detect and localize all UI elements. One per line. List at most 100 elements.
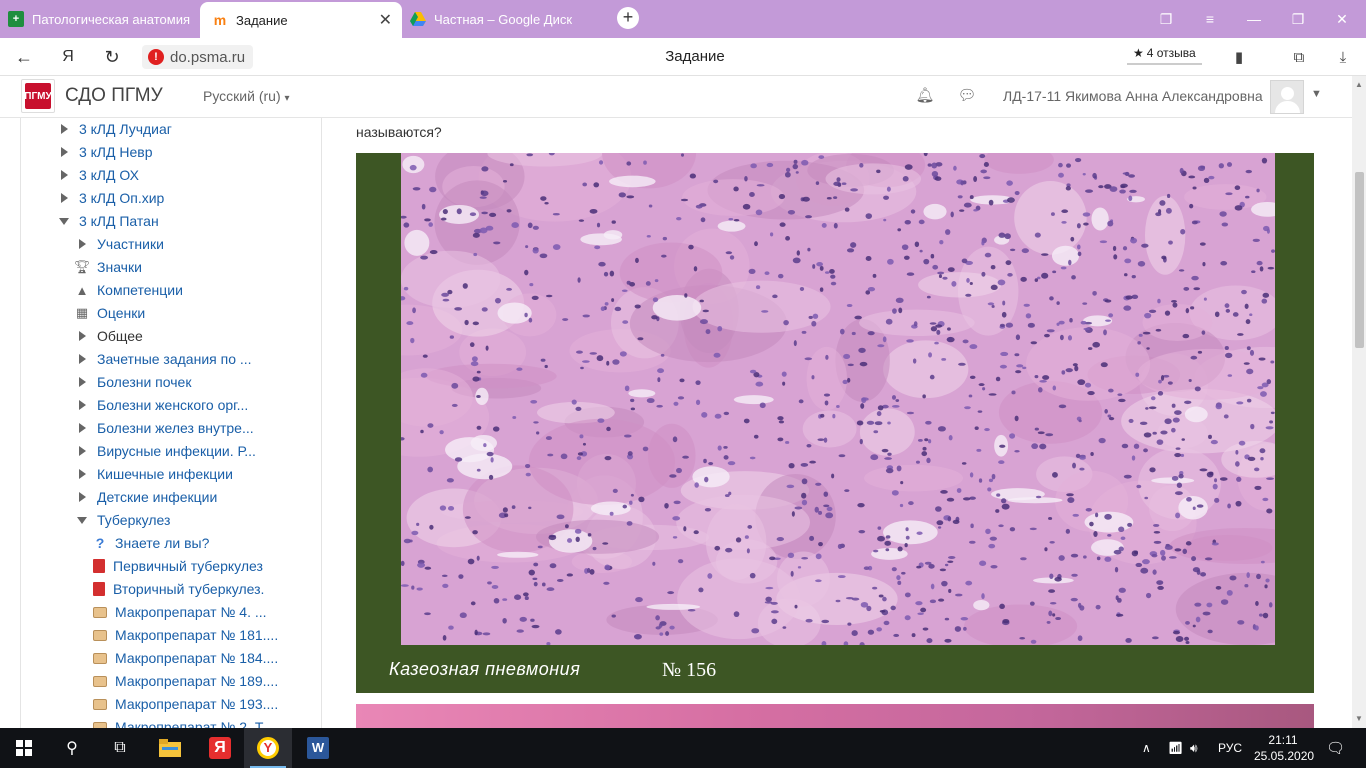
nav-item[interactable]: Болезни желез внутре...	[75, 417, 254, 439]
reviews-button[interactable]: ★ 4 отзыва	[1127, 43, 1202, 65]
nav-item-grades[interactable]: ▦ Оценки	[75, 302, 145, 324]
nav-item[interactable]: Болезни женского орг...	[75, 394, 248, 416]
book-icon	[93, 629, 107, 641]
book-icon	[93, 606, 107, 618]
tab-pathology[interactable]: + Патологическая анатомия	[8, 0, 196, 38]
micrograph-image	[401, 153, 1275, 645]
language-menu[interactable]: Русский (ru) ▾	[203, 88, 290, 104]
chevron-down-icon: ▾	[284, 93, 290, 104]
scroll-up-icon[interactable]: ▲	[1354, 80, 1364, 90]
reload-icon[interactable]: ↻	[100, 46, 124, 68]
yandex-app-icon[interactable]: Я	[196, 728, 244, 768]
nav-item[interactable]: ? Знаете ли вы?	[93, 532, 210, 554]
avatar[interactable]	[1270, 80, 1304, 114]
search-icon[interactable]: ⚲	[48, 728, 96, 768]
menu-icon[interactable]: ≡	[1188, 0, 1232, 38]
url-text: do.psma.ru	[170, 48, 246, 66]
yandex-icon[interactable]: Я	[56, 46, 80, 68]
nav-item-competencies[interactable]: ▲ Компетенции	[75, 279, 183, 301]
notifications-icon[interactable]: 🔔︎	[915, 86, 935, 106]
site-name[interactable]: СДО ПГМУ	[65, 85, 163, 107]
input-language[interactable]: РУС	[1218, 728, 1242, 768]
scroll-thumb[interactable]	[1355, 172, 1364, 348]
collapse-icon[interactable]	[75, 513, 89, 527]
volume-icon[interactable]: 🔊︎	[1190, 728, 1198, 768]
tabs-icon[interactable]: ❐	[1144, 0, 1188, 38]
tab-title: Задание	[236, 12, 288, 28]
reviews-label: 4 отзыва	[1146, 46, 1196, 60]
nav-item[interactable]: Детские инфекции	[75, 486, 217, 508]
collections-icon[interactable]: ⧉	[1288, 47, 1310, 69]
notifications-center-icon[interactable]: 🗨︎	[1326, 728, 1345, 768]
browser-tab-bar: + Патологическая анатомия m Задание ✕ Ча…	[0, 0, 1366, 38]
nav-item[interactable]: Кишечные инфекции	[75, 463, 233, 485]
nav-item-tuberculosis[interactable]: Туберкулез	[75, 509, 170, 531]
nav-item[interactable]: Первичный туберкулез	[93, 555, 263, 577]
nav-item[interactable]: 3 кЛД Оп.хир	[57, 187, 164, 209]
nav-item[interactable]: Макропрепарат № 184....	[93, 647, 278, 669]
expand-icon[interactable]	[57, 122, 71, 136]
minimize-icon[interactable]: —	[1232, 0, 1276, 38]
expand-icon[interactable]	[75, 490, 89, 504]
nav-item[interactable]: Макропрепарат № 181....	[93, 624, 278, 646]
nav-item[interactable]: Макропрепарат № 193....	[93, 693, 278, 715]
expand-icon[interactable]	[75, 467, 89, 481]
nav-item[interactable]: Вторичный туберкулез.	[93, 578, 264, 600]
collapse-icon[interactable]	[57, 214, 71, 228]
question-text: называются?	[356, 124, 442, 140]
expand-icon[interactable]	[75, 352, 89, 366]
trophy-icon: 🏆︎	[73, 259, 91, 274]
messages-icon[interactable]: 💬︎	[957, 86, 977, 106]
show-hidden-icons[interactable]: ∧	[1142, 728, 1151, 768]
expand-icon[interactable]	[57, 168, 71, 182]
nav-item-participants[interactable]: Участники	[75, 233, 164, 255]
file-explorer-icon[interactable]	[146, 728, 194, 768]
tab-google-drive[interactable]: Частная – Google Диск	[410, 0, 610, 38]
yandex-browser-icon[interactable]: Y	[244, 728, 292, 768]
windows-start-icon[interactable]	[0, 728, 48, 768]
expand-icon[interactable]	[75, 421, 89, 435]
back-icon[interactable]: ←	[12, 46, 36, 68]
download-icon[interactable]: ⤓	[1332, 47, 1354, 69]
close-icon[interactable]: ✕	[379, 10, 392, 30]
nav-item[interactable]: Макропрепарат № 4. ...	[93, 601, 267, 623]
expand-icon[interactable]	[75, 237, 89, 251]
question-icon: ?	[95, 535, 105, 551]
task-view-icon[interactable]: ⧉	[96, 728, 144, 768]
bookmark-icon[interactable]: ▮	[1228, 47, 1250, 69]
expand-icon[interactable]	[75, 398, 89, 412]
nav-item-current-course[interactable]: 3 кЛД Патан	[57, 210, 159, 232]
nav-item[interactable]: 3 кЛД ОХ	[57, 164, 139, 186]
site-logo[interactable]: ПГМУ	[21, 79, 55, 113]
new-tab-button[interactable]: +	[617, 7, 639, 29]
page-title: Задание	[665, 48, 725, 65]
nav-item[interactable]: Вирусные инфекции. Р...	[75, 440, 256, 462]
tab-assignment[interactable]: m Задание ✕	[200, 2, 402, 38]
expand-icon[interactable]	[75, 329, 89, 343]
network-icon[interactable]: 📶︎	[1168, 728, 1183, 768]
book-icon	[93, 675, 107, 687]
clock[interactable]: 21:11 25.05.2020	[1254, 732, 1314, 764]
close-window-icon[interactable]: ✕	[1320, 0, 1364, 38]
nav-item-badges[interactable]: 🏆︎ Значки	[73, 256, 142, 278]
chevron-down-icon[interactable]: ▼	[1311, 88, 1322, 100]
scroll-down-icon[interactable]: ▼	[1354, 714, 1364, 724]
nav-item[interactable]: 3 кЛД Лучдиаг	[57, 118, 172, 140]
word-icon[interactable]: W	[294, 728, 342, 768]
url-field[interactable]: ! do.psma.ru	[142, 45, 254, 69]
expand-icon[interactable]	[75, 444, 89, 458]
nav-item[interactable]: 3 кЛД Невр	[57, 141, 152, 163]
nav-item[interactable]: Болезни почек	[75, 371, 191, 393]
nav-item-general[interactable]: Общее	[75, 325, 143, 347]
nav-item[interactable]: Макропрепарат № 2. Т...	[93, 716, 274, 728]
user-name[interactable]: ЛД-17-11 Якимова Анна Александровна	[1003, 88, 1263, 104]
nav-item[interactable]: Зачетные задания по ...	[75, 348, 252, 370]
restore-icon[interactable]: ❐	[1276, 0, 1320, 38]
nav-item[interactable]: Макропрепарат № 189....	[93, 670, 278, 692]
page-scrollbar[interactable]: ▲ ▼	[1352, 76, 1366, 728]
expand-icon[interactable]	[57, 145, 71, 159]
expand-icon[interactable]	[75, 375, 89, 389]
expand-icon[interactable]	[57, 191, 71, 205]
table-icon: ▦	[75, 305, 89, 320]
warning-icon: !	[148, 49, 164, 65]
